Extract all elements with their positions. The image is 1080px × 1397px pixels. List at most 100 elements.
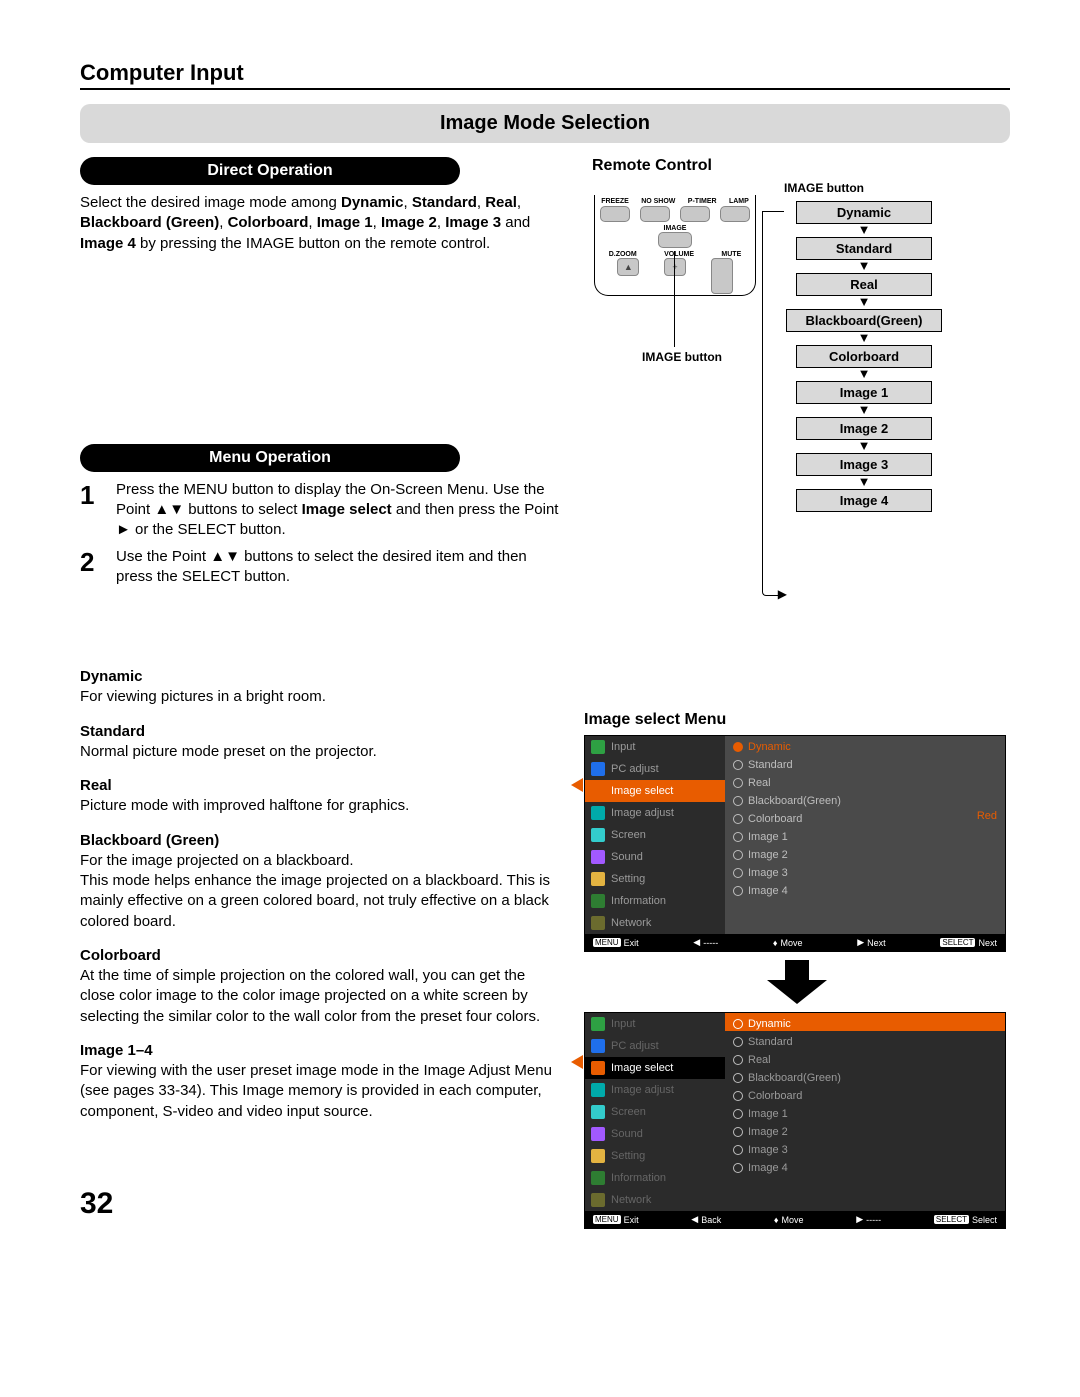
- osd-item-setting[interactable]: Setting: [585, 868, 725, 890]
- osd-left-menu: Input PC adjust Image select Image adjus…: [585, 1013, 725, 1211]
- flow-real: Real: [796, 273, 932, 296]
- osd-item-imageselect[interactable]: Image select: [585, 1057, 725, 1079]
- pcadjust-icon: [591, 1039, 605, 1053]
- t: Information: [611, 895, 666, 907]
- t: Next: [978, 938, 997, 948]
- mute-button[interactable]: [711, 258, 733, 294]
- t: Standard: [748, 759, 793, 771]
- osd-opt-image4[interactable]: Image 4: [733, 882, 997, 900]
- image-button-label-bottom: IMAGE button: [642, 350, 722, 364]
- freeze-button[interactable]: [600, 206, 630, 222]
- osd-item-input[interactable]: Input: [585, 736, 725, 758]
- pcadjust-icon: [591, 762, 605, 776]
- page-banner: Image Mode Selection: [80, 104, 1010, 143]
- t: Exit: [624, 938, 639, 948]
- setting-icon: [591, 872, 605, 886]
- osd-item-imageselect[interactable]: Image select: [585, 780, 725, 802]
- osd-opt-image4[interactable]: Image 4: [733, 1159, 997, 1177]
- remote-outline: FREEZE NO SHOW P-TIMER LAMP IMAGE D: [594, 195, 756, 296]
- t: Image 2: [748, 849, 788, 861]
- osd-item-pcadjust[interactable]: PC adjust: [585, 758, 725, 780]
- dzoom-up-button[interactable]: ▲: [617, 258, 639, 276]
- osd-item-network[interactable]: Network: [585, 1189, 725, 1211]
- t: Network: [611, 1194, 651, 1206]
- osd-opt-real[interactable]: Real: [733, 1051, 997, 1069]
- t: by pressing the IMAGE button on the remo…: [136, 235, 490, 252]
- desc-dynamic: For viewing pictures in a bright room.: [80, 687, 560, 707]
- flow-arrow: ▼: [784, 260, 944, 273]
- ptimer-button[interactable]: [680, 206, 710, 222]
- t: Image select: [611, 785, 673, 797]
- osd-item-information[interactable]: Information: [585, 1167, 725, 1189]
- osd-opt-blackboard[interactable]: Blackboard(Green): [733, 792, 997, 810]
- step-number: 1: [80, 480, 102, 541]
- osd-item-setting[interactable]: Setting: [585, 1145, 725, 1167]
- setting-icon: [591, 1149, 605, 1163]
- desc-image14: For viewing with the user preset image m…: [80, 1061, 560, 1122]
- osd-item-pcadjust[interactable]: PC adjust: [585, 1035, 725, 1057]
- osd-item-imageadjust[interactable]: Image adjust: [585, 802, 725, 824]
- desc-real-title: Real: [80, 776, 560, 796]
- image-label: IMAGE: [595, 225, 755, 232]
- osd-opt-standard[interactable]: Standard: [733, 1033, 997, 1051]
- select-key-icon: SELECT: [940, 938, 975, 947]
- osd-opt-standard[interactable]: Standard: [733, 756, 997, 774]
- t: ,: [219, 214, 227, 231]
- flow-arrow: ▼: [784, 368, 944, 381]
- osd-item-sound[interactable]: Sound: [585, 846, 725, 868]
- t: Dynamic: [748, 1018, 791, 1030]
- step-text: Use the Point ▲▼ buttons to select the d…: [116, 547, 560, 588]
- t: Select: [972, 1215, 997, 1225]
- t: -----: [866, 1215, 881, 1225]
- osd-item-imageadjust[interactable]: Image adjust: [585, 1079, 725, 1101]
- t: Colorboard: [228, 214, 309, 231]
- noshow-button[interactable]: [640, 206, 670, 222]
- t: Back: [701, 1215, 721, 1225]
- t: Exit: [624, 1215, 639, 1225]
- osd-item-screen[interactable]: Screen: [585, 824, 725, 846]
- image-button[interactable]: [658, 232, 692, 248]
- flow-arrow: ▼: [784, 440, 944, 453]
- osd-opt-image1[interactable]: Image 1: [733, 828, 997, 846]
- osd-marker-icon: [571, 778, 583, 792]
- t: Blackboard(Green): [748, 795, 841, 807]
- t: Image 3: [445, 214, 501, 231]
- t: Colorboard: [748, 813, 802, 825]
- t: Image 3: [748, 867, 788, 879]
- osd-opt-colorboard[interactable]: Colorboard: [733, 1087, 997, 1105]
- t: Image adjust: [611, 1084, 674, 1096]
- osd-opt-image2[interactable]: Image 2: [733, 1123, 997, 1141]
- desc-real: Picture mode with improved halftone for …: [80, 796, 560, 816]
- osd-item-sound[interactable]: Sound: [585, 1123, 725, 1145]
- osd-right-options: Dynamic Standard Real Blackboard(Green) …: [725, 1013, 1005, 1211]
- imageselect-icon: [591, 1061, 605, 1075]
- osd-item-screen[interactable]: Screen: [585, 1101, 725, 1123]
- osd-opt-dynamic[interactable]: Dynamic: [733, 738, 997, 756]
- t: ,: [477, 194, 485, 211]
- t: Image 3: [748, 1144, 788, 1156]
- step-text: Press the MENU button to display the On-…: [116, 480, 560, 541]
- osd-left-menu: Input PC adjust Image select Image adjus…: [585, 736, 725, 934]
- t: Standard: [412, 194, 477, 211]
- t: Image select: [611, 1062, 673, 1074]
- right-column: Remote Control IMAGE button FREEZE NO SH…: [584, 157, 1010, 1229]
- t: Dynamic: [748, 741, 791, 753]
- osd-opt-real[interactable]: Real: [733, 774, 997, 792]
- osd-opt-image3[interactable]: Image 3: [733, 1141, 997, 1159]
- remote-control-title: Remote Control: [592, 157, 712, 175]
- osd-opt-dynamic[interactable]: Dynamic: [733, 1015, 997, 1033]
- osd-opt-blackboard[interactable]: Blackboard(Green): [733, 1069, 997, 1087]
- osd-opt-colorboard[interactable]: Colorboard: [733, 810, 997, 828]
- screen-icon: [591, 828, 605, 842]
- osd-opt-image3[interactable]: Image 3: [733, 864, 997, 882]
- t: Sound: [611, 851, 643, 863]
- t: Blackboard(Green): [748, 1072, 841, 1084]
- osd-item-network[interactable]: Network: [585, 912, 725, 934]
- flow-arrow: ▼: [784, 332, 944, 345]
- t: Screen: [611, 1106, 646, 1118]
- osd-opt-image2[interactable]: Image 2: [733, 846, 997, 864]
- osd-item-information[interactable]: Information: [585, 890, 725, 912]
- lamp-button[interactable]: [720, 206, 750, 222]
- osd-item-input[interactable]: Input: [585, 1013, 725, 1035]
- osd-opt-image1[interactable]: Image 1: [733, 1105, 997, 1123]
